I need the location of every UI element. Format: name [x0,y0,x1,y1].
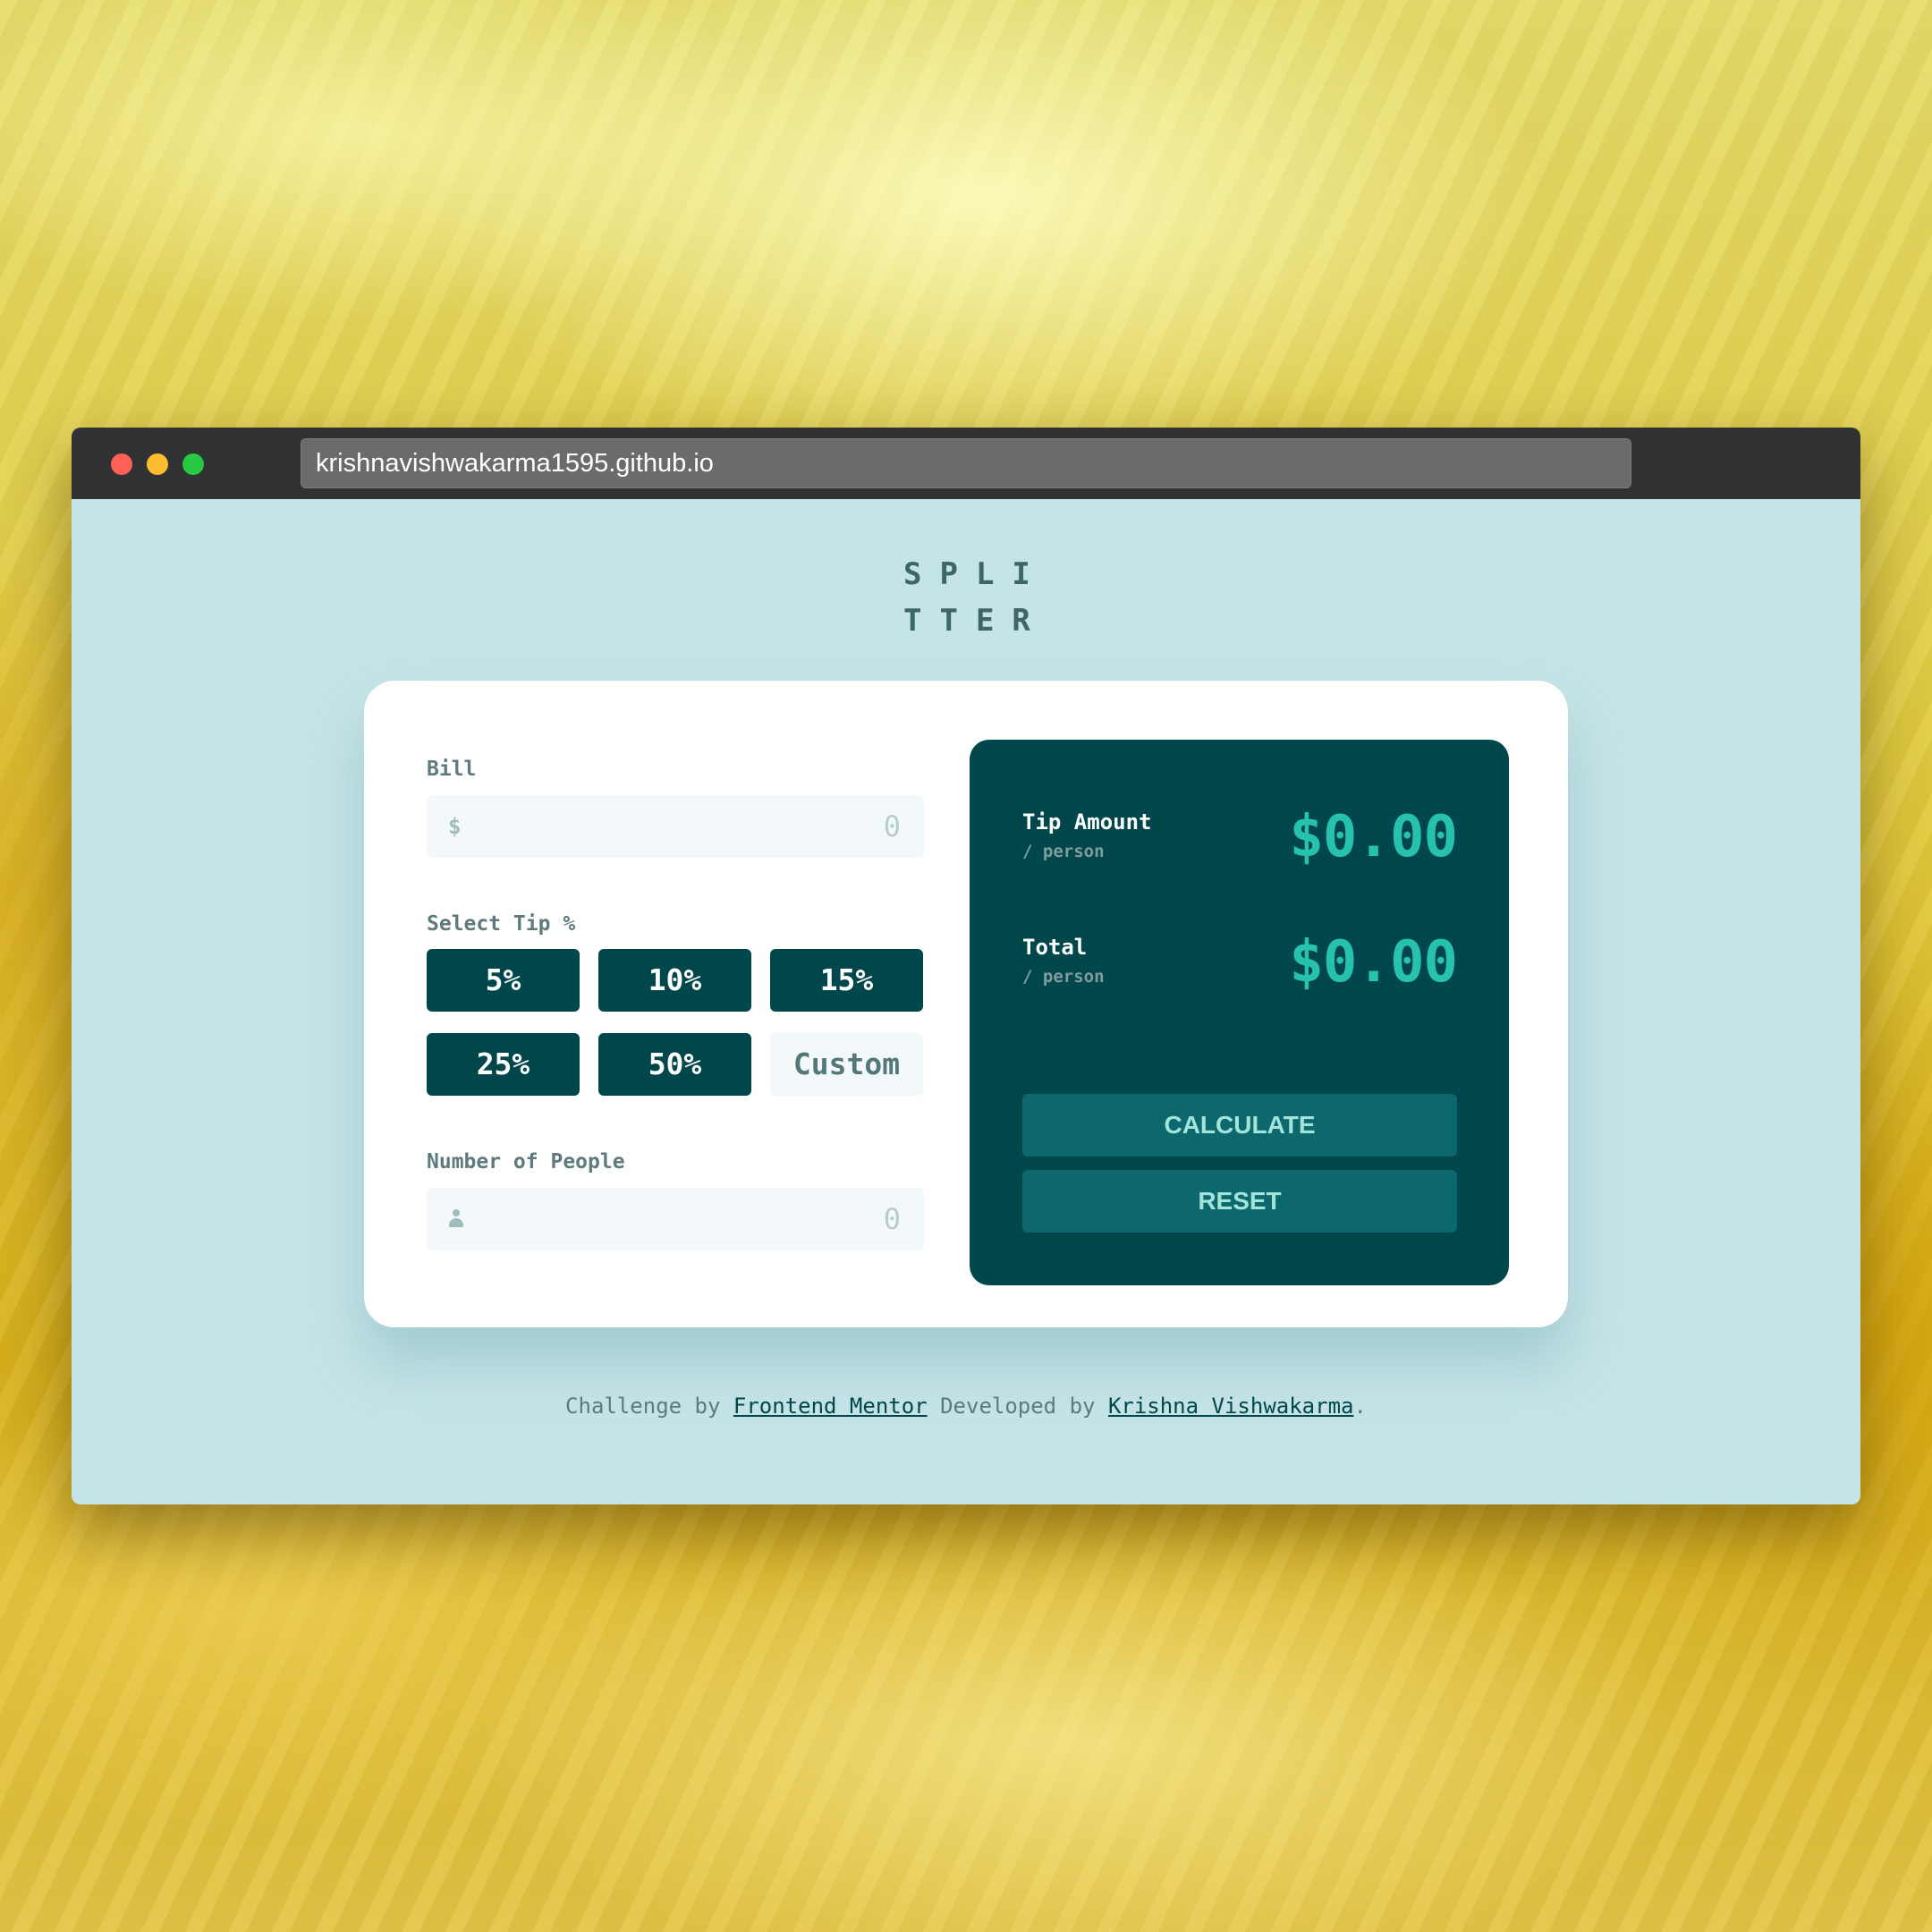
maximize-window-icon[interactable] [182,453,204,475]
reset-button[interactable]: RESET [1022,1170,1457,1233]
calculate-button[interactable]: CALCULATE [1022,1094,1457,1157]
total-label: Total [1022,935,1088,960]
splitter-logo: SPLI TTER [903,551,1048,644]
bill-label: Bill [427,758,477,781]
footer-text-3: . [1353,1394,1367,1419]
close-window-icon[interactable] [111,453,132,475]
bill-input-placeholder: 0 [883,809,901,843]
select-tip-label: Select Tip % [427,912,576,936]
calculator-card: Bill $ 0 Select Tip % 5% 10% 15% 25% 50%… [364,681,1568,1327]
logo-line-2: TTER [903,603,1048,639]
author-link[interactable]: Krishna Vishwakarma [1108,1394,1354,1419]
tip-button-10[interactable]: 10% [598,949,751,1012]
custom-tip-input[interactable]: Custom [770,1033,923,1096]
people-input-placeholder: 0 [883,1202,901,1236]
tip-amount-value: $0.00 [1289,804,1458,870]
tip-button-25[interactable]: 25% [427,1033,580,1096]
minimize-window-icon[interactable] [147,453,168,475]
total-value: $0.00 [1289,929,1458,996]
total-per-person-label: / person [1022,967,1105,987]
address-bar[interactable]: krishnavishwakarma1595.github.io [301,438,1631,488]
page-content: SPLI TTER Bill $ 0 Select Tip % 5% 10% 1… [72,499,1860,1504]
person-icon [449,1209,463,1229]
number-of-people-label: Number of People [427,1150,625,1174]
tip-button-15[interactable]: 15% [770,949,923,1012]
tip-button-50[interactable]: 50% [598,1033,751,1096]
tip-button-5[interactable]: 5% [427,949,580,1012]
frontend-mentor-link[interactable]: Frontend Mentor [733,1394,928,1419]
footer-text-1: Challenge by [565,1394,733,1419]
browser-titlebar: krishnavishwakarma1595.github.io [72,428,1860,499]
browser-window: krishnavishwakarma1595.github.io SPLI TT… [72,428,1860,1504]
attribution-footer: Challenge by Frontend Mentor Developed b… [72,1394,1860,1419]
tip-amount-per-person-label: / person [1022,842,1105,861]
tip-amount-label: Tip Amount [1022,809,1152,835]
bill-input[interactable]: $ 0 [427,795,924,858]
dollar-icon: $ [448,814,462,839]
logo-line-1: SPLI [903,556,1048,592]
footer-text-2: Developed by [927,1394,1108,1419]
people-input[interactable]: 0 [427,1188,924,1250]
results-panel: Tip Amount / person $0.00 Total / person… [970,740,1509,1285]
